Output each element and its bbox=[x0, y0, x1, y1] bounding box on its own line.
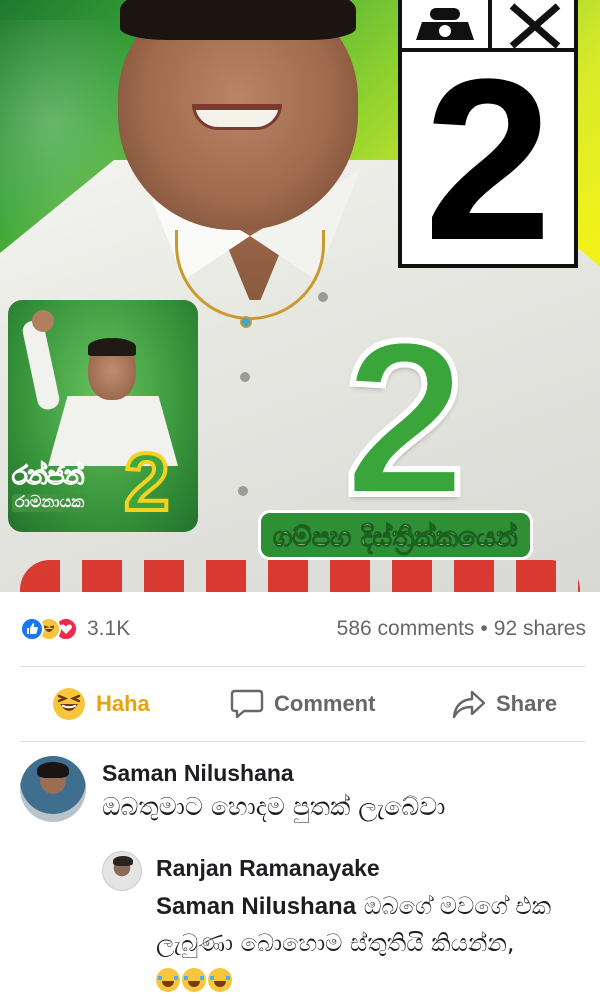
shirt-button bbox=[318, 292, 328, 302]
reply-author-name[interactable]: Ranjan Ramanayake bbox=[156, 855, 380, 882]
shirt-button bbox=[240, 372, 250, 382]
post-actions: Haha Comment Share bbox=[0, 667, 600, 741]
avatar[interactable] bbox=[102, 851, 142, 891]
comment-text: ඔබතුමාට හොදම පුතක් ලැබේවා bbox=[102, 792, 446, 821]
ballot-number: 2 bbox=[424, 31, 552, 288]
green-number: 2 bbox=[341, 295, 469, 541]
inset-name-last: රාමනායක bbox=[12, 494, 88, 512]
post-image[interactable]: 2 2 රන්ජන් රාමනායක 2 ගම්පහ දිස්ත්‍රික්කය… bbox=[0, 0, 600, 592]
shares-count-link[interactable]: 92 shares bbox=[494, 617, 586, 640]
mention-link[interactable]: Saman Nilushana bbox=[156, 893, 356, 920]
divider bbox=[20, 741, 586, 742]
cropped-red-lettering bbox=[20, 560, 580, 592]
inset-name-first: රන්ජන් bbox=[12, 460, 86, 491]
crying-laughing-emoji-icon bbox=[156, 968, 180, 992]
reaction-summary[interactable]: 3.1K bbox=[20, 617, 130, 641]
reply-text: Saman Nilushana ඔබගේ මවගේ එක ලැබුණා බොහො… bbox=[156, 888, 586, 997]
ballot-box: 2 bbox=[398, 0, 578, 288]
separator-dot: • bbox=[480, 617, 488, 640]
portrait-hair bbox=[120, 0, 356, 40]
shirt-button bbox=[238, 486, 248, 496]
reaction-count: 3.1K bbox=[87, 617, 131, 640]
inset-raised-arm bbox=[20, 318, 62, 412]
comment-icon bbox=[230, 688, 264, 720]
inset-hair bbox=[88, 338, 136, 356]
share-button[interactable]: Share bbox=[452, 685, 557, 723]
district-banner: ගම්පහ දිස්ත්‍රික්කයෙන් bbox=[258, 510, 533, 560]
comments-count-link[interactable]: 586 comments bbox=[337, 617, 475, 640]
comment-button[interactable]: Comment bbox=[230, 685, 375, 723]
crying-laughing-emoji-icon bbox=[182, 968, 206, 992]
post-stats: 3.1K 586 comments • 92 shares bbox=[0, 592, 600, 666]
comment-author-name[interactable]: Saman Nilushana bbox=[102, 760, 294, 787]
comment-label: Comment bbox=[274, 691, 376, 716]
portrait-smile bbox=[192, 104, 282, 130]
crying-laughing-emoji-icon bbox=[208, 968, 232, 992]
engagement-counts: 586 comments • 92 shares bbox=[337, 617, 586, 641]
haha-emoji-icon bbox=[52, 687, 86, 721]
emoji-group bbox=[156, 968, 232, 992]
inset-poster: රන්ජන් රාමනායක 2 bbox=[8, 300, 198, 532]
inset-fist bbox=[32, 310, 54, 332]
pendant bbox=[240, 316, 252, 328]
like-icon bbox=[20, 617, 44, 641]
haha-reaction-button[interactable]: Haha bbox=[52, 685, 150, 723]
share-arrow-icon bbox=[452, 689, 486, 719]
haha-label: Haha bbox=[96, 691, 150, 716]
inset-number: 2 bbox=[122, 437, 172, 528]
avatar[interactable] bbox=[20, 756, 86, 822]
share-label: Share bbox=[496, 691, 558, 716]
